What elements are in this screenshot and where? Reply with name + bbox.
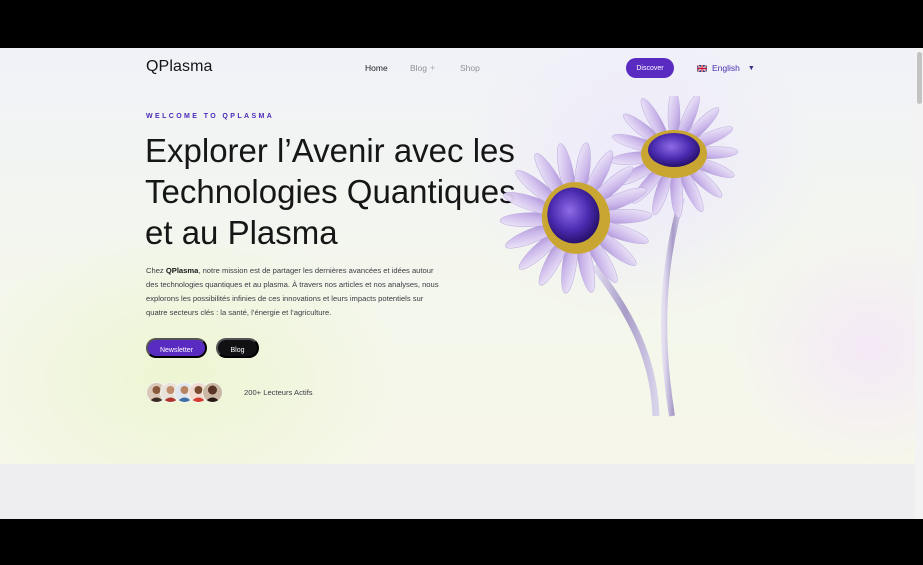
- headline-line-2: Technologies Quantiques: [145, 173, 516, 210]
- scroll-thumb[interactable]: [917, 52, 922, 104]
- page-viewport: QPlasma Home Blog + Shop Discover English…: [0, 48, 923, 519]
- nav-shop[interactable]: Shop: [460, 63, 480, 73]
- headline-line-1: Explorer l’Avenir avec les: [145, 132, 515, 169]
- brand-logo[interactable]: QPlasma: [146, 58, 213, 76]
- hero-kicker: WELCOME TO QPLASMA: [146, 113, 275, 120]
- desc-prefix: Chez: [146, 266, 166, 275]
- caret-down-icon: ▼: [747, 64, 755, 72]
- discover-button[interactable]: Discover: [626, 58, 674, 78]
- language-label: English: [712, 63, 740, 73]
- blog-button[interactable]: Blog: [216, 338, 259, 358]
- hero-description: Chez QPlasma, notre mission est de parta…: [146, 264, 446, 320]
- avatar: [202, 382, 223, 403]
- active-readers-text: 200+ Lecteurs Actifs: [244, 388, 313, 397]
- nav-blog[interactable]: Blog +: [410, 63, 435, 73]
- plus-icon: +: [430, 63, 436, 73]
- nav-home[interactable]: Home: [365, 63, 388, 73]
- language-selector[interactable]: English ▼: [697, 63, 755, 73]
- headline-line-3: et au Plasma: [145, 214, 338, 251]
- reader-avatars: [146, 382, 226, 403]
- hero-section: QPlasma Home Blog + Shop Discover English…: [0, 48, 915, 464]
- uk-flag-icon: [697, 64, 707, 72]
- hero-headline: Explorer l’Avenir avec les Technologies …: [145, 130, 525, 253]
- quantum-flower-illustration: [499, 96, 739, 417]
- nav-blog-label: Blog: [410, 63, 428, 73]
- desc-brand: QPlasma: [165, 266, 199, 275]
- page-scrollbar[interactable]: [915, 48, 923, 519]
- newsletter-button[interactable]: Newsletter: [146, 338, 207, 358]
